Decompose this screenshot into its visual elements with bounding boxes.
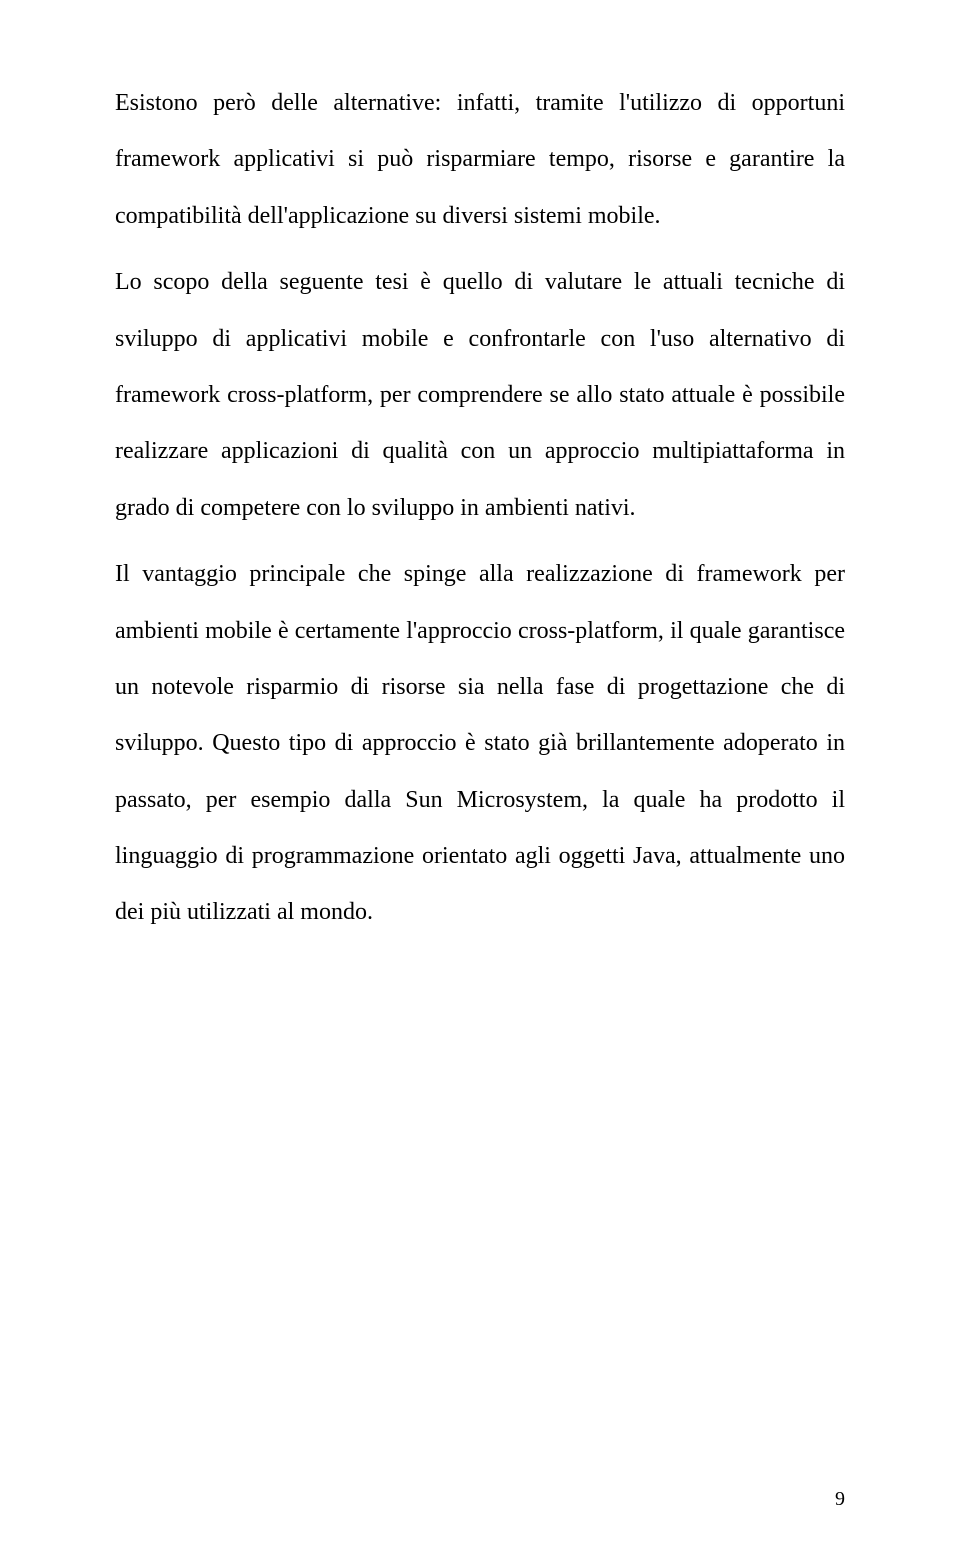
page-number: 9 <box>835 1488 845 1511</box>
paragraph-3: Il vantaggio principale che spinge alla … <box>115 546 845 941</box>
paragraph-2: Lo scopo della seguente tesi è quello di… <box>115 254 845 536</box>
document-page: Esistono però delle alternative: infatti… <box>0 0 960 1561</box>
paragraph-1: Esistono però delle alternative: infatti… <box>115 75 845 244</box>
